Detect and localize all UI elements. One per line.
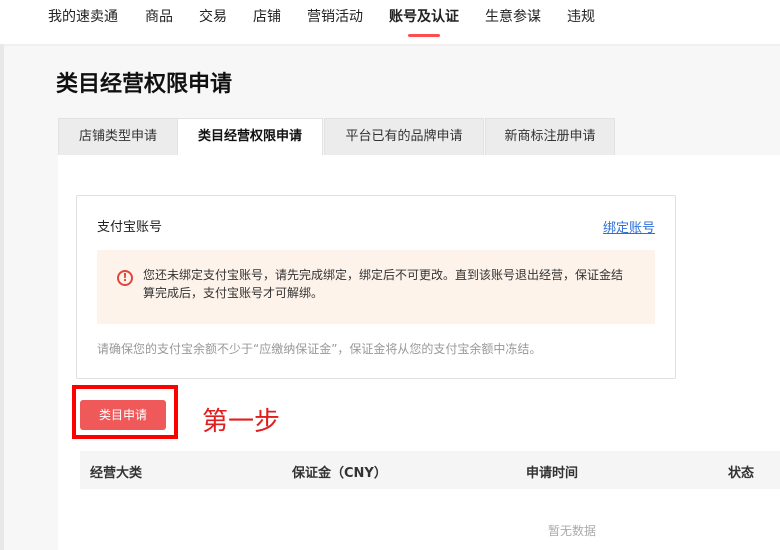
warning-notice: ! 您还未绑定支付宝账号，请先完成绑定，绑定后不可更改。直到该账号退出经营，保证… — [97, 250, 655, 324]
category-apply-button[interactable]: 类目申请 — [80, 400, 166, 430]
top-nav: 我的速卖通 商品 交易 店铺 营销活动 账号及认证 生意参谋 违规 — [0, 0, 780, 44]
nav-item-business-advisor[interactable]: 生意参谋 — [485, 6, 541, 26]
empty-state-text: 暂无数据 — [548, 524, 597, 538]
warning-text: 您还未绑定支付宝账号，请先完成绑定，绑定后不可更改。直到该账号退出经营，保证金结… — [143, 268, 624, 300]
column-header-status: 状态 — [728, 466, 755, 481]
nav-item-store[interactable]: 店铺 — [253, 6, 281, 26]
nav-item-my-aliexpress[interactable]: 我的速卖通 — [48, 6, 118, 26]
tab-content: 支付宝账号 绑定账号 ! 您还未绑定支付宝账号，请先完成绑定，绑定后不可更改。直… — [58, 155, 780, 550]
bind-account-link[interactable]: 绑定账号 — [603, 217, 655, 236]
tab-store-type[interactable]: 店铺类型申请 — [58, 118, 178, 155]
page-title: 类目经营权限申请 — [56, 72, 233, 97]
alipay-card-title: 支付宝账号 — [97, 220, 163, 235]
nav-active-indicator — [408, 34, 440, 37]
column-header-apply-time: 申请时间 — [526, 466, 579, 481]
column-header-category: 经营大类 — [90, 466, 143, 481]
table-header: 经营大类 保证金（CNY） 申请时间 状态 — [80, 451, 780, 489]
alipay-account-card: 支付宝账号 绑定账号 ! 您还未绑定支付宝账号，请先完成绑定，绑定后不可更改。直… — [76, 195, 676, 379]
nav-item-account-verification[interactable]: 账号及认证 — [389, 6, 459, 26]
nav-item-violations[interactable]: 违规 — [567, 6, 595, 26]
tab-new-trademark[interactable]: 新商标注册申请 — [485, 118, 615, 155]
balance-hint: 请确保您的支付宝余额不少于“应缴纳保证金”，保证金将从您的支付宝余额中冻结。 — [97, 342, 542, 356]
nav-item-trade[interactable]: 交易 — [199, 6, 227, 26]
main-panel: 类目经营权限申请 店铺类型申请 类目经营权限申请 平台已有的品牌申请 新商标注册… — [4, 46, 780, 550]
step-annotation: 第一步 — [202, 407, 281, 437]
tab-category-permission[interactable]: 类目经营权限申请 — [177, 118, 323, 157]
warning-icon: ! — [117, 270, 133, 286]
nav-item-products[interactable]: 商品 — [145, 6, 173, 26]
tab-existing-brand[interactable]: 平台已有的品牌申请 — [324, 118, 484, 155]
column-header-deposit: 保证金（CNY） — [292, 466, 387, 481]
nav-item-marketing[interactable]: 营销活动 — [307, 6, 363, 26]
